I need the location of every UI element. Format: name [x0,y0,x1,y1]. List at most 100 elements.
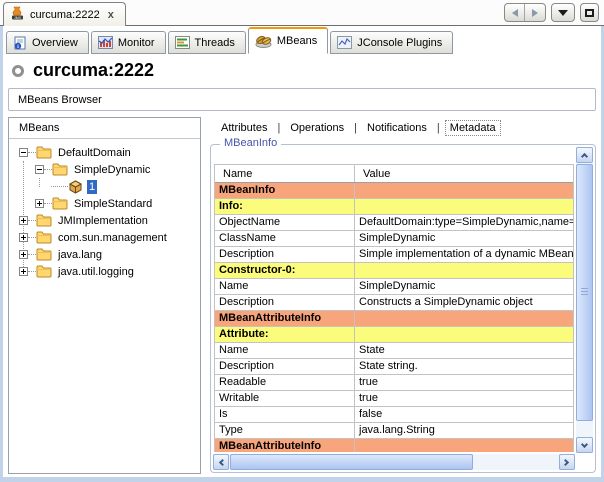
maximize-button[interactable] [580,3,599,22]
tree-item-label[interactable]: 1 [87,180,97,194]
main-tab-bar: iOverviewMonitorThreads MBeans JConsole Pl… [6,27,455,54]
table-row[interactable]: ObjectNameDefaultDomain:type=SimpleDynam… [215,215,573,231]
monitor-icon [98,36,113,49]
tab-overview[interactable]: iOverview [6,31,89,54]
tab-separator: | [437,122,440,134]
expand-icon[interactable] [19,267,28,276]
detail-tab-notifications[interactable]: Notifications [362,120,432,136]
tree-branch-line [28,220,36,221]
tree-item-simplestandard[interactable]: SimpleStandard [9,195,200,212]
table-row[interactable]: Typejava.lang.String [215,423,573,439]
mbeaninfo-box-title: MBeanInfo [220,137,281,149]
tab-label: MBeans [277,35,317,47]
maximize-icon [585,9,594,17]
tree-item-com-sun-management[interactable]: com.sun.management [9,229,200,246]
cell-name: Readable [215,375,355,390]
tree-item-java-lang[interactable]: java.lang [9,246,200,263]
restore-menu-button[interactable] [551,3,575,22]
table-row[interactable]: ClassNameSimpleDynamic [215,231,573,247]
table-row[interactable]: Attribute: [215,327,573,343]
table-row[interactable]: Isfalse [215,407,573,423]
mbeans-browser-label: MBeans Browser [18,94,102,106]
table-row[interactable]: Constructor-0: [215,263,573,279]
collapse-icon[interactable] [19,148,28,157]
table-row[interactable]: MBeanAttributeInfo [215,439,573,452]
table-row[interactable]: NameState [215,343,573,359]
forward-button[interactable] [525,4,545,21]
tab-mbeans[interactable]: MBeans [248,27,328,54]
tree-item-simpledynamic[interactable]: SimpleDynamic [9,161,200,178]
close-icon[interactable]: x [106,9,116,21]
vertical-scrollbar-thumb[interactable] [576,164,593,421]
vertical-scrollbar[interactable] [576,147,593,453]
tree-item-jmimplementation[interactable]: JMImplementation [9,212,200,229]
expand-icon[interactable] [19,250,28,259]
table-row[interactable]: DescriptionConstructs a SimpleDynamic ob… [215,295,573,311]
table-row[interactable]: Info: [215,199,573,215]
tree-branch-line [44,169,52,170]
cell-name: Description [215,247,355,262]
cell-name: Description [215,359,355,374]
chevron-right-icon [562,458,569,465]
tree-item-label[interactable]: SimpleDynamic [72,163,152,177]
mbean-icon [68,180,83,194]
column-header-value[interactable]: Value [355,165,573,182]
table-row[interactable]: MBeanInfo [215,183,573,199]
table-row[interactable]: DescriptionSimple implementation of a dy… [215,247,573,263]
mbeans-tree-panel: MBeans DefaultDomainSimpleDynamic1Simple… [8,117,201,474]
forward-arrow-icon [532,9,538,17]
table-row[interactable]: MBeanAttributeInfo [215,311,573,327]
table-header-row: Name Value [215,165,573,183]
cell-value: true [355,391,573,406]
tree-branch-line [28,152,36,153]
expand-icon[interactable] [19,216,28,225]
tab-label: Overview [32,37,78,49]
cell-name: ObjectName [215,215,355,230]
column-header-name[interactable]: Name [215,165,355,182]
folder-icon [36,231,52,244]
expand-icon[interactable] [19,233,28,242]
table-row[interactable]: DescriptionState string. [215,359,573,375]
tree-item-label[interactable]: com.sun.management [56,231,169,245]
table-row[interactable]: NameSimpleDynamic [215,279,573,295]
detail-tab-bar: Attributes|Operations|Notifications|Meta… [207,117,599,139]
tab-threads[interactable]: Threads [168,31,246,54]
scroll-down-button[interactable] [576,437,593,453]
table-row[interactable]: Writabletrue [215,391,573,407]
tree-item-label[interactable]: SimpleStandard [72,197,154,211]
detail-tab-operations[interactable]: Operations [285,120,349,136]
folder-icon [36,265,52,278]
tree-item-1[interactable]: 1 [9,178,200,195]
page-title: curcuma:2222 [33,60,154,81]
table-row[interactable]: Readabletrue [215,375,573,391]
tab-monitor[interactable]: Monitor [91,31,166,54]
cell-value: DefaultDomain:type=SimpleDynamic,name=1 [355,215,573,230]
horizontal-scrollbar-thumb[interactable] [230,454,473,470]
mdi-tab-title: curcuma:2222 [30,9,100,21]
expand-icon[interactable] [35,199,44,208]
cell-name: Name [215,279,355,294]
tree-item-java-util-logging[interactable]: java.util.logging [9,263,200,280]
detail-tab-attributes[interactable]: Attributes [216,120,272,136]
tree-item-label[interactable]: DefaultDomain [56,146,133,160]
mdi-connection-tab[interactable]: JMX curcuma:2222 x [3,2,126,26]
scroll-up-button[interactable] [576,147,593,163]
collapse-icon[interactable] [35,165,44,174]
tree-branch-line [28,271,36,272]
detail-tab-metadata[interactable]: Metadata [445,120,501,136]
cell-value [355,327,573,342]
scroll-right-button[interactable] [559,454,575,470]
cell-name: Writable [215,391,355,406]
frame-body: iOverviewMonitorThreads MBeans JConsole Pl… [0,26,604,482]
tree-item-label[interactable]: java.util.logging [56,265,136,279]
back-button[interactable] [505,4,525,21]
scroll-left-button[interactable] [213,454,229,470]
tree-item-label[interactable]: java.lang [56,248,104,262]
table-body: MBeanInfoInfo:ObjectNameDefaultDomain:ty… [215,183,573,452]
horizontal-scrollbar[interactable] [213,454,575,470]
tab-label: JConsole Plugins [357,37,442,49]
tree-item-defaultdomain[interactable]: DefaultDomain [9,144,200,161]
tree-item-label[interactable]: JMImplementation [56,214,150,228]
cell-value: Simple implementation of a dynamic MBean… [355,247,573,262]
tab-jconsole-plugins[interactable]: JConsole Plugins [330,31,453,54]
